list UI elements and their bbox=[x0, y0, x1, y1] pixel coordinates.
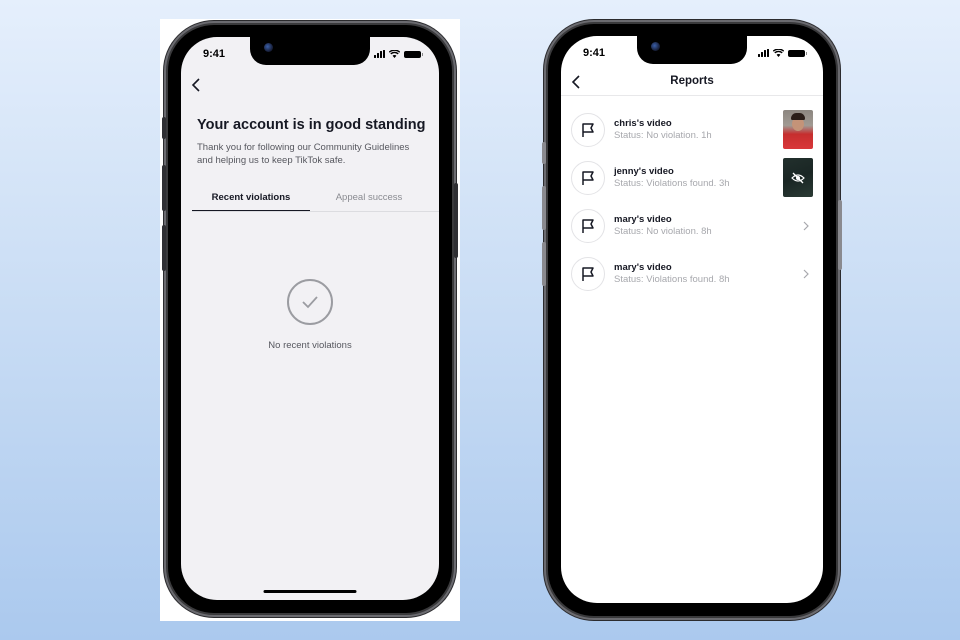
chevron-right-icon bbox=[803, 269, 809, 279]
chevron-left-icon bbox=[191, 78, 200, 92]
battery-icon bbox=[404, 50, 423, 58]
left-screen: 9:41 Your account is in good standing Th… bbox=[181, 37, 439, 600]
status-time: 9:41 bbox=[203, 48, 226, 60]
volume-down-button bbox=[162, 225, 166, 271]
signal-icon bbox=[758, 49, 769, 57]
wifi-icon bbox=[389, 50, 400, 58]
volume-up-button bbox=[162, 165, 166, 211]
report-time: 8h bbox=[701, 226, 712, 237]
report-status: Status: Violations found. bbox=[614, 274, 717, 285]
hidden-video-thumbnail[interactable] bbox=[783, 158, 813, 197]
tab-recent-violations[interactable]: Recent violations bbox=[192, 190, 310, 211]
eye-off-icon bbox=[791, 172, 805, 183]
chevron-right-icon bbox=[803, 221, 809, 231]
check-circle-icon bbox=[287, 279, 333, 325]
page-description: Thank you for following our Community Gu… bbox=[197, 142, 410, 166]
header: Reports bbox=[561, 70, 823, 96]
flag-icon bbox=[571, 257, 605, 291]
report-name: chris's video bbox=[614, 118, 672, 129]
report-status: Status: No violation. bbox=[614, 226, 699, 237]
flag-icon bbox=[571, 113, 605, 147]
tab-bar: Recent violations Appeal success bbox=[192, 190, 439, 212]
video-thumbnail[interactable] bbox=[783, 110, 813, 149]
signal-icon bbox=[374, 50, 385, 58]
report-item[interactable]: chris's video Status: No violation. 1h bbox=[571, 106, 813, 154]
battery-icon bbox=[788, 49, 807, 57]
report-status: Status: No violation. bbox=[614, 130, 699, 141]
notch bbox=[250, 37, 370, 65]
wifi-icon bbox=[773, 49, 784, 57]
flag-icon bbox=[571, 161, 605, 195]
page-title: Your account is in good standing bbox=[197, 117, 426, 133]
notch bbox=[637, 36, 747, 64]
tab-appeal-success[interactable]: Appeal success bbox=[310, 190, 428, 211]
flag-icon bbox=[571, 209, 605, 243]
mute-switch bbox=[542, 142, 546, 164]
report-item[interactable]: jenny's video Status: Violations found. … bbox=[571, 154, 813, 202]
back-button[interactable] bbox=[189, 77, 205, 93]
report-time: 3h bbox=[718, 178, 730, 189]
power-button bbox=[838, 200, 842, 270]
left-phone: 9:41 Your account is in good standing Th… bbox=[162, 25, 458, 613]
empty-state-text: No recent violations bbox=[268, 340, 352, 351]
report-name: mary's video bbox=[614, 262, 672, 273]
camera-icon bbox=[264, 43, 273, 52]
power-button bbox=[454, 183, 458, 258]
mute-switch bbox=[162, 117, 166, 139]
home-indicator[interactable] bbox=[263, 590, 357, 593]
status-time: 9:41 bbox=[583, 47, 606, 59]
report-status: Status: Violations found. bbox=[614, 178, 717, 189]
volume-down-button bbox=[542, 242, 546, 286]
report-time: 8h bbox=[718, 274, 730, 285]
report-list: chris's video Status: No violation. 1h j… bbox=[571, 106, 813, 298]
report-time: 1h bbox=[701, 130, 712, 141]
report-name: mary's video bbox=[614, 214, 672, 225]
right-phone: 9:41 Reports chris's video Status: No vi… bbox=[542, 24, 842, 616]
report-item[interactable]: mary's video Status: Violations found. 8… bbox=[571, 250, 813, 298]
camera-icon bbox=[651, 42, 660, 51]
report-name: jenny's video bbox=[614, 166, 674, 177]
page-title: Reports bbox=[670, 75, 714, 87]
report-item[interactable]: mary's video Status: No violation. 8h bbox=[571, 202, 813, 250]
volume-up-button bbox=[542, 186, 546, 230]
right-screen: 9:41 Reports chris's video Status: No vi… bbox=[561, 36, 823, 603]
